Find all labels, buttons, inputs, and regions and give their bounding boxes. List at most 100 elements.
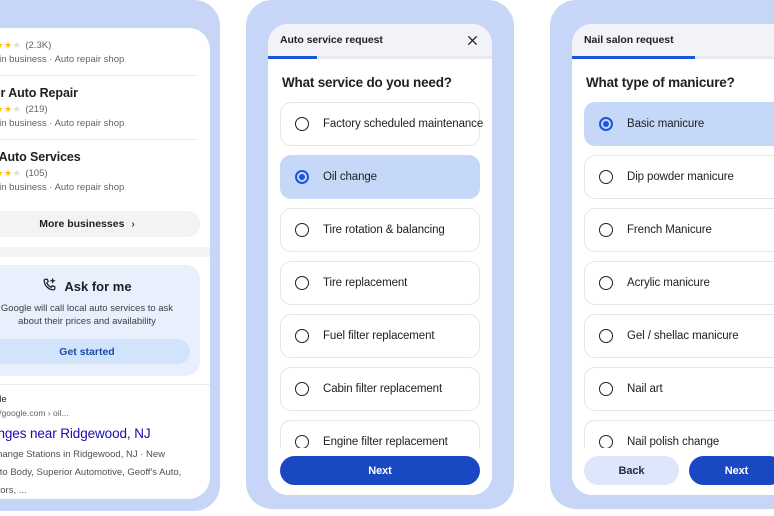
wizard-header: Nail salon request	[572, 24, 774, 56]
radio-button-icon[interactable]	[599, 435, 613, 449]
option-label: Tire replacement	[323, 277, 408, 289]
option-label: Acrylic manicure	[627, 277, 710, 289]
back-button[interactable]: Back	[584, 456, 679, 485]
review-count: (2.3K)	[25, 40, 52, 51]
result-site-name: Google	[0, 394, 7, 405]
option-label: Dip powder manicure	[627, 171, 734, 183]
option-row-selected[interactable]: Basic manicure	[584, 102, 774, 146]
option-row[interactable]: Nail art	[584, 367, 774, 411]
wizard-footer: Next	[268, 448, 492, 495]
business-list: ★★★★★ (2.3K) ears in business · Auto rep…	[0, 28, 210, 203]
option-row-selected[interactable]: Oil change	[280, 155, 480, 199]
review-count: (105)	[25, 168, 48, 179]
radio-button-icon[interactable]	[599, 117, 613, 131]
ask-for-me-card: Ask for me Google will call local auto s…	[0, 265, 200, 376]
radio-button-icon[interactable]	[295, 223, 309, 237]
radio-button-icon[interactable]	[295, 435, 309, 449]
screenshot-root: ★★★★★ (2.3K) ears in business · Auto rep…	[0, 0, 774, 516]
radio-button-icon[interactable]	[295, 382, 309, 396]
option-label: French Manicure	[627, 224, 712, 236]
option-label: Factory scheduled maintenance	[323, 118, 484, 130]
wizard-footer: Back Next	[572, 448, 774, 495]
business-subtitle: ears in business · Auto repair shop	[0, 118, 125, 129]
option-label: Oil change	[323, 171, 377, 183]
wizard-title: Nail salon request	[584, 34, 674, 46]
search-results-page: ★★★★★ (2.3K) ears in business · Auto rep…	[0, 28, 210, 499]
ask-for-me-title-row: Ask for me	[0, 277, 190, 295]
business-rating: ★★★★★ (2.3K)	[0, 40, 196, 51]
option-row[interactable]: Fuel filter replacement	[280, 314, 480, 358]
radio-button-icon[interactable]	[295, 276, 309, 290]
next-button-label: Next	[724, 464, 749, 477]
wizard-body: What type of manicure? Basic manicure Di…	[572, 59, 774, 495]
option-label: Engine filter replacement	[323, 436, 448, 448]
star-rating-icon: ★★★★★	[0, 168, 22, 178]
result-title-link[interactable]: changes near Ridgewood, NJ	[0, 425, 198, 443]
option-label: Nail polish change	[627, 436, 720, 448]
option-label: Gel / shellac manicure	[627, 330, 739, 342]
business-subtitle: ears in business · Auto repair shop	[0, 182, 125, 193]
result-snippet-line: Z Motors, ...	[0, 485, 27, 496]
review-count: (219)	[25, 104, 48, 115]
radio-button-icon[interactable]	[599, 223, 613, 237]
option-label: Nail art	[627, 383, 663, 395]
star-rating-icon: ★★★★★	[0, 40, 22, 50]
ask-for-me-title: Ask for me	[64, 278, 132, 294]
next-button[interactable]: Next	[689, 456, 774, 485]
ask-for-me-description: Google will call local auto services to …	[0, 303, 174, 327]
more-businesses-button[interactable]: More businesses ›	[0, 211, 200, 237]
option-row[interactable]: Gel / shellac manicure	[584, 314, 774, 358]
option-label: Fuel filter replacement	[323, 330, 435, 342]
next-button-label: Next	[368, 464, 392, 477]
wizard-body: What service do you need? Factory schedu…	[268, 59, 492, 495]
option-label: Cabin filter replacement	[323, 383, 443, 395]
back-button-label: Back	[618, 464, 645, 477]
business-subtitle: ears in business · Auto repair shop	[0, 54, 125, 65]
radio-button-icon[interactable]	[599, 170, 613, 184]
option-row[interactable]: Tire replacement	[280, 261, 480, 305]
web-search-result[interactable]: Google https://google.com › oil... chang…	[0, 385, 210, 499]
option-row[interactable]: French Manicure	[584, 208, 774, 252]
business-rating: ★★★★★ (105)	[0, 168, 196, 179]
business-list-item[interactable]: ★★★★★ (2.3K) ears in business · Auto rep…	[0, 28, 196, 76]
option-label: Basic manicure	[627, 118, 705, 130]
chevron-right-icon: ›	[131, 218, 135, 230]
phone-screen-nail-salon-request: Nail salon request What type of manicure…	[572, 24, 774, 495]
radio-button-icon[interactable]	[295, 170, 309, 184]
radio-button-icon[interactable]	[599, 382, 613, 396]
question-title: What type of manicure?	[586, 75, 735, 90]
radio-button-icon[interactable]	[295, 329, 309, 343]
wizard-header: Auto service request	[268, 24, 492, 56]
option-row[interactable]: Factory scheduled maintenance	[280, 102, 484, 146]
option-row[interactable]: Cabin filter replacement	[280, 367, 480, 411]
phone-frame-search-results: ★★★★★ (2.3K) ears in business · Auto rep…	[0, 0, 220, 511]
option-row[interactable]: Tire rotation & balancing	[280, 208, 480, 252]
phone-screen-search-results: ★★★★★ (2.3K) ears in business · Auto rep…	[0, 28, 210, 499]
radio-button-icon[interactable]	[599, 329, 613, 343]
result-snippet-line: Oil Change Stations in Ridgewood, NJ · N…	[0, 449, 166, 460]
question-title: What service do you need?	[282, 75, 452, 90]
close-icon[interactable]	[464, 32, 480, 48]
phone-forward-icon	[42, 277, 57, 295]
result-snippet-line: ey Auto Body, Superior Automotive, Geoff…	[0, 467, 182, 478]
business-name: erior Auto Repair	[0, 86, 78, 100]
radio-button-icon[interactable]	[295, 117, 309, 131]
wizard-title: Auto service request	[280, 34, 383, 46]
option-label: Tire rotation & balancing	[323, 224, 445, 236]
get-started-label: Get started	[59, 345, 115, 358]
nail-salon-request-wizard: Nail salon request What type of manicure…	[572, 24, 774, 495]
option-row[interactable]: Dip powder manicure	[584, 155, 774, 199]
phone-frame-nail-salon-request: Nail salon request What type of manicure…	[550, 0, 774, 509]
more-businesses-label: More businesses	[39, 218, 125, 230]
section-divider	[0, 247, 210, 257]
business-list-item[interactable]: lity Auto Services ★★★★★ (105) ears in b…	[0, 140, 196, 203]
star-rating-icon: ★★★★★	[0, 104, 22, 114]
business-rating: ★★★★★ (219)	[0, 104, 196, 115]
option-row[interactable]: Acrylic manicure	[584, 261, 774, 305]
get-started-button[interactable]: Get started	[0, 339, 190, 364]
business-list-item[interactable]: erior Auto Repair ★★★★★ (219) ears in bu…	[0, 76, 196, 140]
next-button[interactable]: Next	[280, 456, 480, 485]
auto-service-request-wizard: Auto service request What service do you…	[268, 24, 492, 495]
phone-frame-auto-service-request: Auto service request What service do you…	[246, 0, 514, 509]
radio-button-icon[interactable]	[599, 276, 613, 290]
